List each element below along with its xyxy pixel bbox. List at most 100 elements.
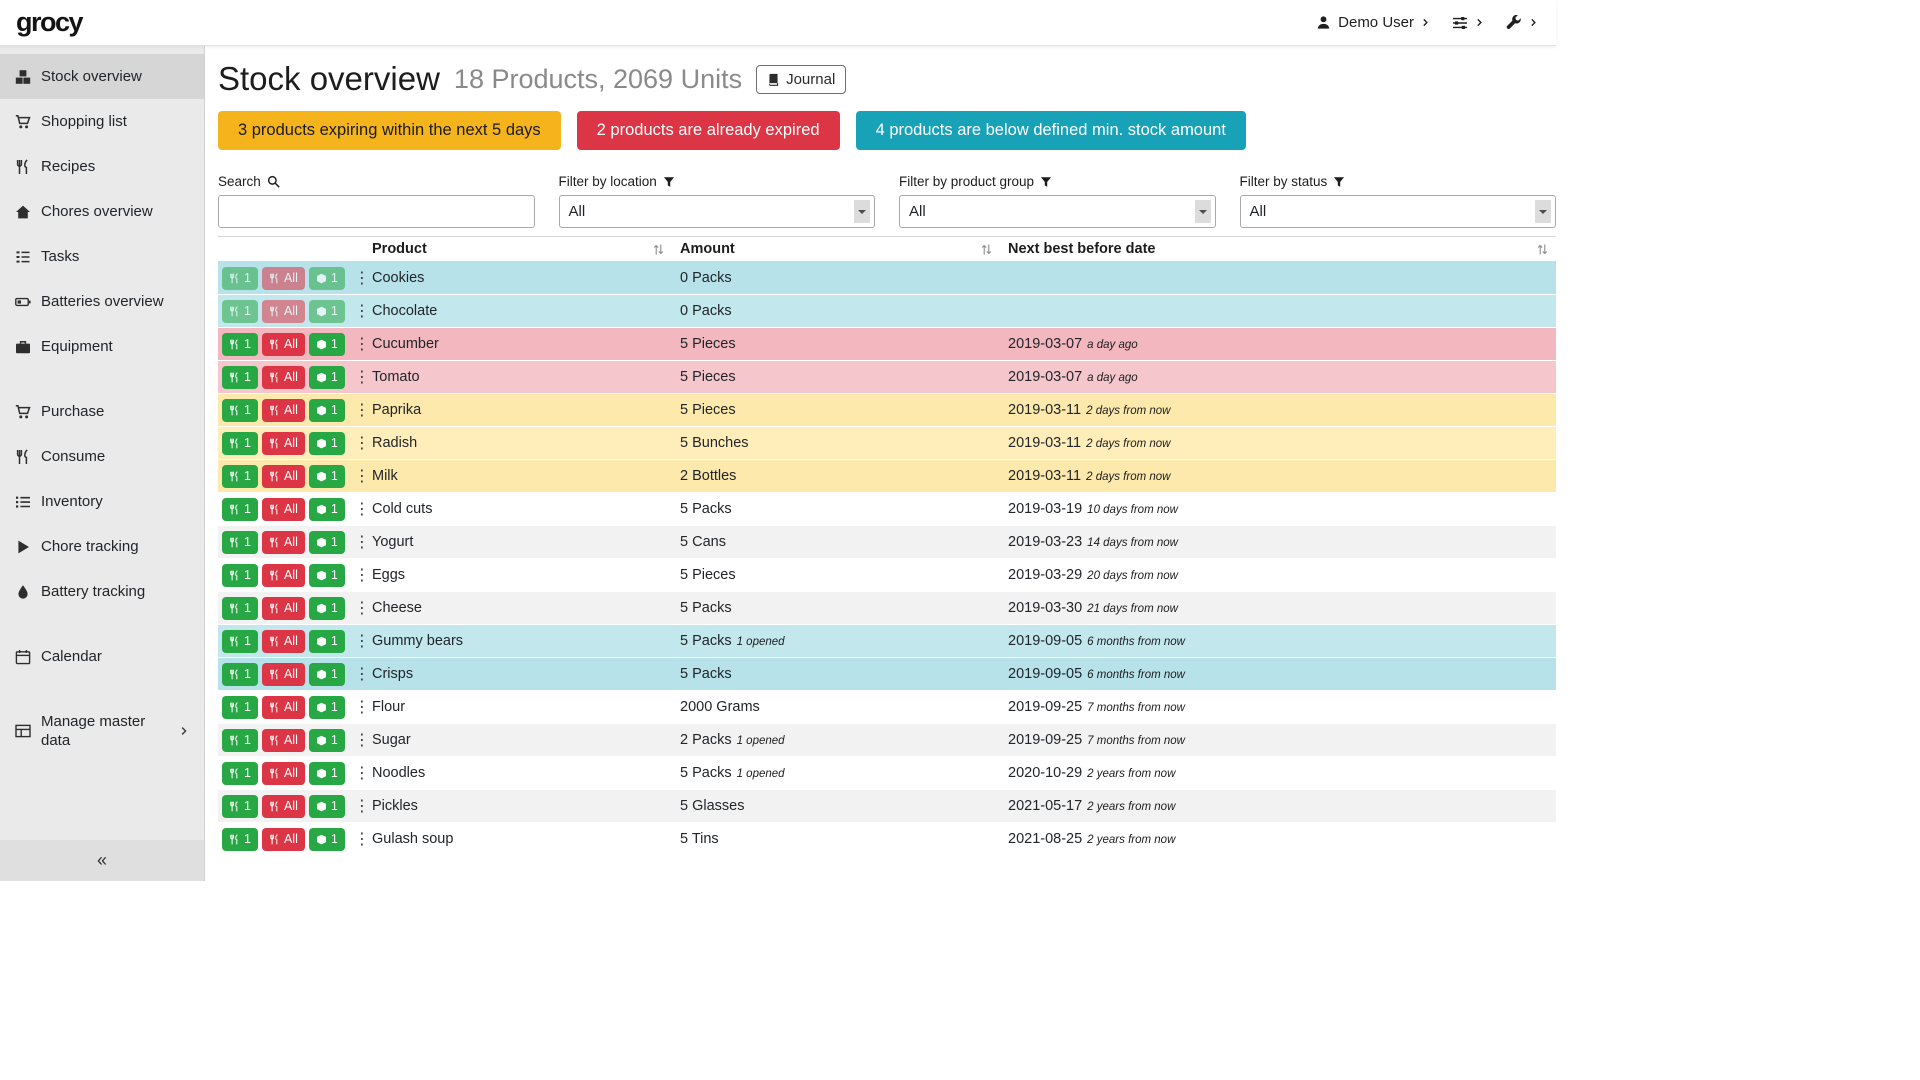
open-one-button[interactable]: 1	[309, 564, 345, 587]
sidebar-collapse-button[interactable]: «	[0, 840, 204, 881]
row-menu-button[interactable]: ⋮	[349, 730, 375, 750]
open-one-button[interactable]: 1	[309, 729, 345, 752]
consume-all-button[interactable]: All	[262, 597, 305, 620]
consume-one-button[interactable]: 1	[222, 267, 258, 290]
sidebar-item-chore-tracking[interactable]: Chore tracking	[0, 524, 204, 569]
row-menu-button[interactable]: ⋮	[349, 829, 375, 849]
sidebar-item-manage-master-data[interactable]: Manage master data	[0, 699, 204, 763]
consume-one-button[interactable]: 1	[222, 564, 258, 587]
open-one-button[interactable]: 1	[309, 630, 345, 653]
status-select[interactable]: All	[1240, 195, 1557, 228]
consume-one-button[interactable]: 1	[222, 531, 258, 554]
consume-one-button[interactable]: 1	[222, 300, 258, 323]
consume-all-button[interactable]: All	[262, 498, 305, 521]
settings-menu[interactable]	[1452, 15, 1484, 31]
sidebar-item-tasks[interactable]: Tasks	[0, 234, 204, 279]
open-one-button[interactable]: 1	[309, 762, 345, 785]
consume-all-button[interactable]: All	[262, 465, 305, 488]
consume-all-button[interactable]: All	[262, 267, 305, 290]
row-menu-button[interactable]: ⋮	[349, 499, 375, 519]
row-menu-button[interactable]: ⋮	[349, 763, 375, 783]
consume-all-button[interactable]: All	[262, 729, 305, 752]
consume-one-button[interactable]: 1	[222, 498, 258, 521]
grocy-logo[interactable]: grocy	[16, 7, 82, 38]
consume-one-button[interactable]: 1	[222, 399, 258, 422]
product-column-header[interactable]: Product	[364, 236, 672, 262]
sidebar-item-shopping-list[interactable]: Shopping list	[0, 99, 204, 144]
consume-one-button[interactable]: 1	[222, 432, 258, 455]
sidebar-item-inventory[interactable]: Inventory	[0, 479, 204, 524]
consume-all-button[interactable]: All	[262, 564, 305, 587]
search-input[interactable]	[218, 195, 535, 228]
journal-button[interactable]: Journal	[756, 65, 846, 94]
sidebar-item-equipment[interactable]: Equipment	[0, 324, 204, 369]
row-menu-button[interactable]: ⋮	[349, 664, 375, 684]
below-min-stock-alert-button[interactable]: 4 products are below defined min. stock …	[856, 111, 1246, 150]
row-menu-button[interactable]: ⋮	[349, 598, 375, 618]
consume-all-button[interactable]: All	[262, 828, 305, 851]
consume-one-button[interactable]: 1	[222, 663, 258, 686]
row-menu-button[interactable]: ⋮	[349, 697, 375, 717]
location-select[interactable]: All	[559, 195, 876, 228]
expired-alert-button[interactable]: 2 products are already expired	[577, 111, 840, 150]
open-one-button[interactable]: 1	[309, 300, 345, 323]
admin-menu[interactable]	[1506, 15, 1538, 31]
consume-all-button[interactable]: All	[262, 696, 305, 719]
amount-column-header[interactable]: Amount	[672, 236, 1000, 262]
user-menu[interactable]: Demo User	[1316, 14, 1430, 31]
product-group-select[interactable]: All	[899, 195, 1216, 228]
row-menu-button[interactable]: ⋮	[349, 466, 375, 486]
consume-one-button[interactable]: 1	[222, 366, 258, 389]
consume-all-button[interactable]: All	[262, 333, 305, 356]
consume-one-button[interactable]: 1	[222, 696, 258, 719]
open-one-button[interactable]: 1	[309, 696, 345, 719]
open-one-button[interactable]: 1	[309, 531, 345, 554]
consume-one-button[interactable]: 1	[222, 729, 258, 752]
open-one-button[interactable]: 1	[309, 432, 345, 455]
row-menu-button[interactable]: ⋮	[349, 367, 375, 387]
expiring-alert-button[interactable]: 3 products expiring within the next 5 da…	[218, 111, 561, 150]
sidebar-item-batteries-overview[interactable]: Batteries overview	[0, 279, 204, 324]
consume-all-button[interactable]: All	[262, 630, 305, 653]
consume-one-button[interactable]: 1	[222, 828, 258, 851]
consume-one-button[interactable]: 1	[222, 630, 258, 653]
row-menu-button[interactable]: ⋮	[349, 400, 375, 420]
sidebar-item-chores-overview[interactable]: Chores overview	[0, 189, 204, 234]
row-menu-button[interactable]: ⋮	[349, 532, 375, 552]
sidebar-item-purchase[interactable]: Purchase	[0, 389, 204, 434]
consume-one-button[interactable]: 1	[222, 762, 258, 785]
consume-all-button[interactable]: All	[262, 762, 305, 785]
open-one-button[interactable]: 1	[309, 795, 345, 818]
sidebar-item-calendar[interactable]: Calendar	[0, 634, 204, 679]
open-one-button[interactable]: 1	[309, 828, 345, 851]
best-before-column-header[interactable]: Next best before date	[1000, 236, 1556, 262]
sidebar-item-consume[interactable]: Consume	[0, 434, 204, 479]
consume-one-button[interactable]: 1	[222, 465, 258, 488]
row-menu-button[interactable]: ⋮	[349, 433, 375, 453]
consume-all-button[interactable]: All	[262, 366, 305, 389]
open-one-button[interactable]: 1	[309, 267, 345, 290]
consume-all-button[interactable]: All	[262, 531, 305, 554]
consume-all-button[interactable]: All	[262, 432, 305, 455]
open-one-button[interactable]: 1	[309, 366, 345, 389]
row-menu-button[interactable]: ⋮	[349, 631, 375, 651]
consume-one-button[interactable]: 1	[222, 597, 258, 620]
open-one-button[interactable]: 1	[309, 663, 345, 686]
consume-all-button[interactable]: All	[262, 399, 305, 422]
row-menu-button[interactable]: ⋮	[349, 796, 375, 816]
sidebar-item-stock-overview[interactable]: Stock overview	[0, 54, 204, 99]
open-one-button[interactable]: 1	[309, 498, 345, 521]
sidebar-item-battery-tracking[interactable]: Battery tracking	[0, 569, 204, 614]
open-one-button[interactable]: 1	[309, 333, 345, 356]
consume-all-button[interactable]: All	[262, 300, 305, 323]
row-menu-button[interactable]: ⋮	[349, 301, 375, 321]
consume-all-button[interactable]: All	[262, 795, 305, 818]
consume-all-button[interactable]: All	[262, 663, 305, 686]
open-one-button[interactable]: 1	[309, 399, 345, 422]
open-one-button[interactable]: 1	[309, 465, 345, 488]
consume-one-button[interactable]: 1	[222, 795, 258, 818]
row-menu-button[interactable]: ⋮	[349, 334, 375, 354]
sidebar-item-recipes[interactable]: Recipes	[0, 144, 204, 189]
row-menu-button[interactable]: ⋮	[349, 268, 375, 288]
consume-one-button[interactable]: 1	[222, 333, 258, 356]
